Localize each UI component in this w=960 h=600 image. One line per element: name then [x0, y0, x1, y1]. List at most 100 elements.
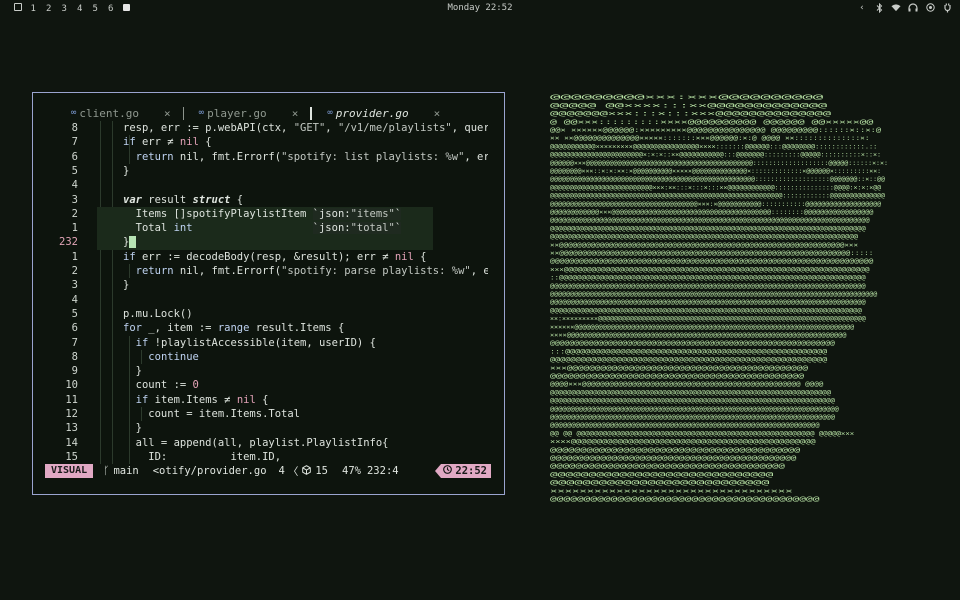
ascii-art-figure: @@@@@@@@@×××:×××@@@@@@@@@@ @@@@@ @@××××:… [550, 93, 888, 502]
chevron-left-icon[interactable]: ‹ [857, 2, 867, 13]
code-line[interactable]: 2 Items []spotifyPlaylistItem `json:"ite… [33, 206, 504, 222]
code-line[interactable]: 11 if item.Items ≠ nil { [33, 393, 504, 407]
go-icon: ∞ [198, 108, 205, 118]
code-line[interactable]: 3} [33, 278, 504, 292]
line-number: 1 [71, 222, 78, 235]
code-text: count = item.Items.Total [123, 408, 301, 420]
record-icon[interactable] [925, 2, 935, 13]
code-text: if !playlistAccessible(item, userID) { [135, 336, 376, 349]
code-line[interactable]: 232} [33, 235, 504, 250]
code-line[interactable]: 8 continue [33, 350, 504, 364]
code-text: if item.Items ≠ nil { [135, 393, 269, 406]
ascii-art-row: @@@@@@@@×××::×:×:××:×@@@@@@@@@@×××××@@@@… [550, 167, 881, 175]
code-line[interactable]: 13 } [33, 421, 504, 435]
code-text: } [123, 235, 488, 249]
line-number: 14 [65, 436, 78, 449]
wifi-icon[interactable] [891, 2, 901, 13]
ascii-art-row: @@@@@@@@@@@@@@@@@@@@@@@@@@@@@@@@@@@@@@@@… [550, 356, 827, 364]
power-icon[interactable] [942, 2, 952, 13]
ascii-art-row: @@@@@@@@@@@@@@@@@@@@@@@@@@@@@@@@@@@@@@@@… [550, 298, 866, 306]
tab-client-go[interactable]: ∞ client.go × [71, 107, 171, 120]
code-line[interactable]: 10 count := 0 [33, 378, 504, 392]
code-line[interactable]: 6 return nil, fmt.Errorf("spotify: list … [33, 150, 504, 164]
ascii-art-row: @@@@@@@@@@@@@@@@@@@@@@@@@@@@@@@@@@@@@@@@… [550, 413, 835, 421]
ascii-art-row: @@@@@@@@@@@@×××@@@@@@@@@@@@@@@@@@@@@@@@@… [550, 208, 874, 216]
line-number: 13 [65, 422, 78, 435]
ascii-art-row: ×××@@@@@@@@@@@@@@@@@@@@@@@@@@@@@@@@@@@@@… [550, 364, 808, 372]
line-number: 232 [59, 236, 78, 249]
ascii-art-row: ::@@@@@@@@@@@@@@@@@@@@@@@@@@@@@@@@@@@@@@… [550, 274, 866, 282]
ascii-art-row: @@@@@@@@@@@@@@@@@@@@@@@@@@@@@ [550, 470, 774, 478]
code-text: for _, item := range result.Items { [123, 322, 345, 335]
ascii-art-row: ××××××××××××××××××××××××××××××××× [550, 487, 793, 495]
ascii-art-row: ××:×××××××××@@@@@@@@@@@@@@@@@@@@@@@@@@@@… [550, 315, 866, 323]
code-line[interactable]: 15 ID: item.ID, [33, 450, 504, 464]
tab-player-go[interactable]: ∞ player.go × [199, 107, 299, 120]
code-line[interactable]: 3 var result struct { [33, 193, 504, 207]
package-icon [302, 464, 312, 478]
code-text: resp, err := p.webAPI(ctx, "GET", "/v1/m… [123, 122, 488, 134]
code-line[interactable]: 5} [33, 164, 504, 178]
code-line[interactable]: 12 count = item.Items.Total [33, 407, 504, 421]
ascii-art-row: @@@@@@@@@@@@@@@@@@@@@@@@@@@@@@@@@@@@@ [550, 462, 785, 470]
ascii-art-row: ×××@@@@@@@@@@@@@@@@@@@@@@@@@@@@@@@@@@@@@… [550, 265, 870, 273]
code-line[interactable]: 6 for _, item := range result.Items { [33, 321, 504, 335]
close-icon[interactable]: × [292, 107, 299, 120]
code-line[interactable]: 1 Total int `json:"total"` [33, 221, 504, 236]
ascii-art-row: @@@@@@@@@@@@@@@@@@@@@@@@@@@@@@@@@@@@@@@@… [550, 233, 858, 241]
tab-separator [182, 106, 184, 120]
code-text: if err := decodeBody(resp, &result); err… [123, 250, 427, 263]
code-line[interactable]: 4 [33, 178, 504, 192]
column-value: 4 [278, 465, 285, 477]
code-line[interactable]: 14 all = append(all, playlist.PlaylistIn… [33, 436, 504, 450]
line-number: 6 [71, 322, 78, 335]
ascii-art-row: @@@@×××@@@@@@@@@@@@@@@@@@@@@@@@@@@@@@@@@… [550, 380, 824, 388]
git-branch-icon: ᚴ [103, 465, 110, 477]
ascii-art-row: :::@@@@@@@@@@@@@@@@@@@@@@@@@@@@@@@@@@@@@… [550, 347, 827, 355]
time-badge: 22:52 [441, 464, 491, 478]
ascii-art-row: @@@@@@@@@@@@@@@@@@@@@@@@@@@@@@@@@@@@@@@@ [550, 495, 820, 502]
ascii-art-row: @@@@@@@@@@@@@@@@@@@@@@@@@@@@@@@@@@@@@@@@… [550, 454, 797, 462]
chevron-left-icon: 〈 [287, 465, 299, 478]
code-line[interactable]: 5 p.mu.Lock() [33, 307, 504, 321]
code-line[interactable]: 8 resp, err := p.webAPI(ctx, "GET", "/v1/… [33, 121, 504, 135]
line-number: 8 [71, 350, 78, 363]
ascii-art-row: @@@@@@@@@@@@@@@@@@@@@@@@@@@@@@@@@@@@@@@@… [550, 216, 870, 224]
line-number: 7 [71, 336, 78, 349]
ascii-art-row: @@@@@@×××@@@@@@@@@@@@@@@@@@@@@@@@@@@@@@@… [550, 159, 888, 167]
line-number: 4 [71, 293, 78, 306]
ascii-art-row: @@@@@@@@@@@@@@@@@@@@@@@@@@@@@@@@@@@@@@@@… [550, 282, 866, 290]
code-text: } [123, 422, 142, 435]
code-line[interactable]: 2 return nil, fmt.Errorf("spotify: parse… [33, 264, 504, 278]
tab-provider-go[interactable]: ∞ provider.go × [327, 107, 440, 120]
ascii-art-row: @@@@@ @@××××:::××@@@@@@@@@@@@@ [550, 101, 828, 109]
headphones-icon[interactable] [908, 2, 918, 13]
code-line[interactable]: 7 if !playlistAccessible(item, userID) { [33, 336, 504, 350]
system-tray: ‹ [857, 2, 952, 13]
code-line[interactable]: 9 } [33, 364, 504, 378]
code-text: } [123, 279, 130, 292]
ascii-art-row: @@@@@@@@@@@@@@@@@@@@@@@@@@@@@@@@@@@@@@@@… [550, 224, 866, 232]
line-number: 11 [65, 393, 78, 406]
ascii-art-row: @@@@@@@@@×××:×××@@@@@@@@@@ [550, 93, 824, 101]
code-text: count := 0 [123, 379, 199, 392]
code-text: } [123, 164, 130, 177]
clock-text[interactable]: Monday 22:52 [447, 3, 512, 13]
tab-label: client.go [79, 106, 140, 120]
bluetooth-icon[interactable] [874, 2, 884, 13]
close-icon[interactable]: × [164, 107, 171, 120]
code-line[interactable]: 4 [33, 293, 504, 307]
clock-icon [443, 464, 453, 478]
ascii-art-row: ××××@@@@@@@@@@@@@@@@@@@@@@@@@@@@@@@@@@@@… [550, 438, 816, 446]
code-text: if err ≠ nil { [123, 136, 212, 149]
scroll-percent: 47% [342, 465, 361, 477]
go-icon: ∞ [71, 108, 77, 118]
code-line[interactable]: 7 if err ≠ nil { [33, 135, 504, 149]
top-bar: 1 2 3 4 5 6 Monday 22:52 ‹ [0, 0, 960, 16]
code-text: return nil, fmt.Errorf("spotify: parse p… [135, 265, 488, 277]
line-number: 2 [71, 265, 78, 277]
code-line[interactable]: 1 if err := decodeBody(resp, &result); er… [33, 250, 504, 264]
go-icon: ∞ [327, 108, 333, 118]
ascii-art-row: ××@@@@@@@@@@@@@@@@@@@@@@@@@@@@@@@@@@@@@@… [550, 241, 858, 249]
close-icon[interactable]: × [434, 107, 441, 120]
